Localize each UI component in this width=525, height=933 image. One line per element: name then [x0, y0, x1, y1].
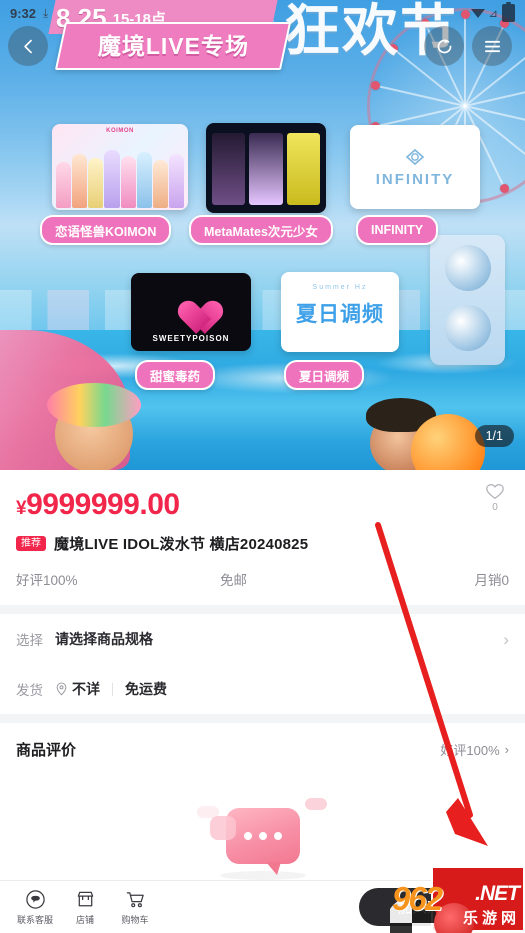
chat-bubble-icon: [25, 889, 45, 909]
contact-service-label: 联系客服: [16, 914, 53, 925]
status-bar: 9:32 ⤓ ⊿: [0, 0, 525, 26]
reviews-rating-text: 好评100%: [440, 743, 500, 758]
battery-icon: [502, 1, 515, 22]
section-divider-2: [0, 714, 525, 723]
contact-service-button[interactable]: 联系客服: [10, 889, 60, 926]
chevron-right-icon: ›: [504, 742, 509, 757]
shipping-row[interactable]: 发货 不详 免运费: [0, 664, 525, 714]
back-button[interactable]: [8, 26, 48, 66]
group-card-3-label: SWEETYPOISON: [152, 334, 230, 343]
product-price: ¥9999999.00: [16, 488, 509, 522]
ferris-spoke: [464, 14, 466, 106]
product-free-shipping: 免邮: [220, 573, 247, 588]
group-card-1[interactable]: [206, 123, 326, 213]
menu-button[interactable]: [472, 26, 512, 66]
illustration-shadow: [219, 871, 306, 880]
group-card-2[interactable]: INFINITY: [350, 125, 480, 209]
group-pill-0[interactable]: 恋语怪兽KOIMON: [40, 215, 172, 245]
shipping-separator: [112, 682, 113, 696]
banner-character-left: [47, 383, 141, 470]
product-meta-row: 好评100% 免邮 月销0: [0, 554, 525, 605]
banner-speaker-decoration: [430, 235, 505, 365]
shipping-location: 不详: [72, 681, 100, 697]
refresh-icon: [437, 39, 451, 53]
ferris-lamp: [370, 81, 380, 91]
status-bar-time: 9:32: [10, 5, 37, 21]
hamburger-menu-icon: [484, 40, 500, 52]
product-image-carousel[interactable]: 夏日狂欢节 8.25 15-18点 魔境LIVE专场 KOIMON INFINI…: [0, 0, 525, 470]
product-rating: 好评100%: [16, 573, 78, 588]
chat-bubble-dots: [226, 808, 300, 864]
reviews-rating-link[interactable]: 好评100% ›: [440, 740, 509, 759]
reviews-title: 商品评价: [16, 742, 77, 759]
product-detail-page: 夏日狂欢节 8.25 15-18点 魔境LIVE专场 KOIMON INFINI…: [0, 0, 525, 933]
group-card-0-logo: KOIMON: [106, 128, 134, 134]
recommended-badge: 推荐: [16, 536, 46, 551]
group-card-4-label: 夏日调频: [296, 303, 384, 326]
group-card-3-heart-icon: [171, 287, 211, 323]
favorite-count: 0: [492, 502, 498, 513]
product-info-sheet: ¥9999999.00 0 推荐 魔境LIVE IDOL泼水节 横店202408…: [0, 470, 525, 922]
favorite-button[interactable]: 0: [475, 482, 515, 513]
site-watermark: 962 .NET 乐游网: [390, 860, 525, 933]
cart-label: 购物车: [121, 914, 149, 925]
spec-label: 选择: [16, 633, 43, 648]
refresh-button[interactable]: [424, 26, 464, 66]
chevron-right-icon: ›: [503, 629, 509, 649]
ferris-lamp: [500, 184, 510, 194]
group-card-3[interactable]: SWEETYPOISON: [131, 273, 251, 351]
spec-value: 请选择商品规格: [55, 631, 153, 647]
price-row: ¥9999999.00 0: [0, 470, 525, 522]
chat-bubble-icon: [209, 808, 300, 875]
infinity-symbol-icon: [405, 148, 425, 166]
cart-button[interactable]: 购物车: [110, 889, 160, 926]
watermark-domain: .NET: [475, 882, 520, 905]
download-icon: ⤓: [43, 5, 49, 20]
price-value: 9999999.00: [26, 488, 180, 521]
group-pill-4[interactable]: 夏日调频: [284, 360, 365, 390]
reviews-header[interactable]: 商品评价 好评100% ›: [0, 723, 525, 776]
group-pill-1[interactable]: MetaMates次元少女: [189, 215, 333, 245]
watermark-chinese: 乐游网: [462, 910, 520, 927]
signal-icon: ⊿: [488, 7, 498, 20]
group-card-4-subtitle: Summer Hz: [312, 284, 368, 291]
banner-live-tag: 魔境LIVE专场: [54, 22, 292, 70]
group-pill-3[interactable]: 甜蜜毒药: [135, 360, 216, 390]
section-divider-1: [0, 605, 525, 614]
group-card-1-artwork: [212, 133, 320, 205]
free-shipping-label: 免运费: [125, 681, 167, 697]
product-monthly-sales: 月销0: [474, 573, 509, 588]
wifi-icon: [470, 8, 485, 18]
group-card-4[interactable]: Summer Hz 夏日调频: [281, 272, 399, 352]
shop-icon: [77, 891, 93, 906]
reviews-empty-illustration: [183, 790, 343, 882]
status-bar-indicators: ⊿: [470, 1, 515, 22]
spec-select-row[interactable]: 选择 请选择商品规格 ›: [0, 614, 525, 664]
group-card-2-label: INFINITY: [375, 171, 455, 188]
shipping-label: 发货: [16, 683, 43, 698]
group-pill-2[interactable]: INFINITY: [356, 215, 439, 245]
watermark-number: 962: [392, 880, 443, 917]
product-title: 魔境LIVE IDOL泼水节 横店20240825: [54, 536, 309, 553]
carousel-page-indicator: 1/1: [474, 425, 514, 447]
group-card-2-artwork: INFINITY: [350, 125, 480, 209]
shop-button[interactable]: 店铺: [60, 889, 110, 926]
shop-label: 店铺: [75, 914, 94, 925]
banner-live-tag-label: 魔境LIVE专场: [97, 33, 249, 59]
shopping-cart-icon: [126, 891, 144, 907]
product-title-row: 推荐 魔境LIVE IDOL泼水节 横店20240825: [0, 522, 525, 554]
currency-symbol: ¥: [16, 498, 27, 519]
heart-outline-icon: [486, 484, 504, 500]
back-chevron-icon: [23, 39, 32, 53]
group-card-0[interactable]: KOIMON: [52, 124, 188, 210]
decor-cloud-2: [304, 798, 327, 810]
location-pin-icon: [55, 682, 68, 696]
group-card-0-artwork: [56, 146, 184, 208]
